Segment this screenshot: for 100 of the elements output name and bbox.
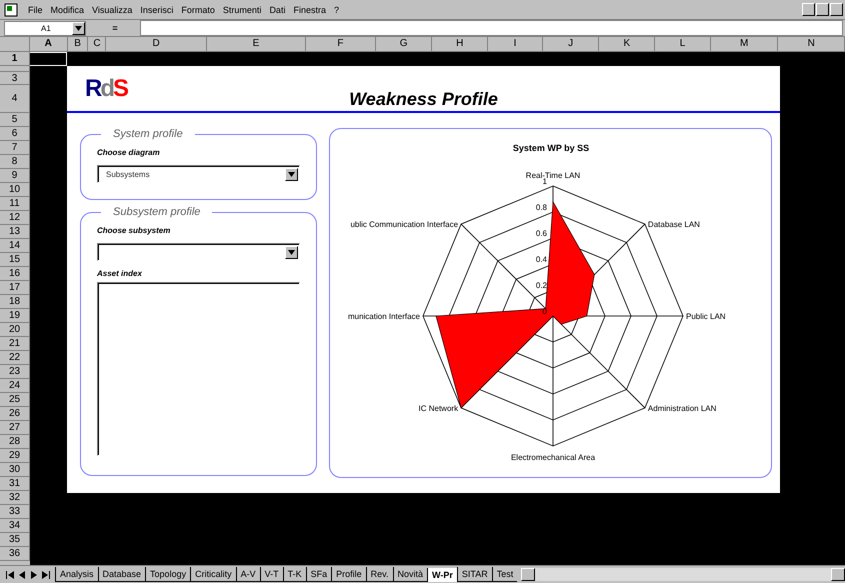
menu-item[interactable]: Modifica [46,4,88,14]
row-header[interactable]: 35 [0,533,30,547]
row-header[interactable]: 6 [0,127,30,141]
row-header[interactable]: 13 [0,225,30,239]
column-header[interactable]: A [30,37,68,52]
row-header[interactable]: 30 [0,463,30,477]
sheet-tab[interactable]: Database [98,567,146,582]
sheet-tab[interactable]: Criticality [190,567,236,582]
row-header[interactable]: 4 [0,85,30,113]
first-sheet-icon[interactable] [4,568,16,580]
column-header[interactable]: K [599,37,656,52]
row-header[interactable]: 36 [0,547,30,561]
sheet-tab[interactable]: V-T [260,567,283,582]
dropdown-button[interactable] [285,246,298,258]
row-header[interactable]: 22 [0,351,30,365]
row-header[interactable]: 28 [0,435,30,449]
row-header[interactable]: 7 [0,141,30,155]
dropdown-field[interactable] [97,243,300,261]
row-header[interactable]: 15 [0,253,30,267]
menu-item[interactable]: File [24,4,47,14]
column-header[interactable]: I [488,37,543,52]
last-sheet-icon[interactable] [40,568,52,580]
selected-cell[interactable] [30,52,67,66]
dropdown-value: Subsystems [105,170,150,178]
row-header[interactable]: 9 [0,169,30,183]
column-header[interactable]: N [778,37,845,52]
dropdown-button[interactable] [72,22,85,34]
row-header[interactable]: 8 [0,155,30,169]
axis-tick-label: 0.8 [536,203,547,212]
sheet-tab[interactable]: Profile [331,567,366,582]
equals-button[interactable]: = [90,22,140,34]
chart-title: System WP by SS [512,143,590,153]
app-icon[interactable] [4,2,18,16]
column-header[interactable]: F [306,37,376,52]
sheet-tab[interactable]: Topology [145,567,190,582]
close-button[interactable] [830,3,843,16]
sheet-tab[interactable]: Analysis [55,567,98,582]
sheet-tab[interactable]: SFa [306,567,332,582]
row-header[interactable]: 11 [0,197,30,211]
restore-button[interactable] [816,3,829,16]
category-label: Database LAN [648,220,700,230]
row-header[interactable]: 19 [0,309,30,323]
row-header[interactable]: 26 [0,407,30,421]
menu-item[interactable]: Visualizza [88,4,136,14]
dropdown-field[interactable]: Subsystems [97,165,300,183]
row-header[interactable]: 17 [0,281,30,295]
sheet-tab[interactable]: Novità [392,567,428,582]
menu-item[interactable]: ? [330,4,343,14]
scroll-right-button[interactable] [831,568,845,581]
row-header[interactable]: 27 [0,421,30,435]
row-header[interactable]: 20 [0,323,30,337]
row-header[interactable]: 16 [0,267,30,281]
scroll-left-button[interactable] [521,568,536,581]
row-header[interactable]: 18 [0,295,30,309]
column-header[interactable]: G [376,37,432,52]
column-header[interactable]: M [710,37,778,52]
column-header[interactable]: E [206,37,306,52]
sheet-tab[interactable]: W-Pr [427,568,457,582]
row-header[interactable]: 29 [0,449,30,463]
column-header[interactable]: H [432,37,488,52]
sheet-tab[interactable]: SITAR [456,567,492,582]
sheet-tab[interactable]: Test [492,567,518,582]
row-header[interactable]: 10 [0,183,30,197]
sheet-tab[interactable]: T-K [282,567,306,582]
formula-field[interactable] [140,20,843,36]
row-header[interactable]: 14 [0,239,30,253]
menu-item[interactable]: Inserisci [136,4,178,14]
caret-icon [288,172,295,176]
horizontal-scrollbar[interactable] [521,568,845,581]
menu-item[interactable]: Strumenti [218,4,266,14]
row-header[interactable]: 32 [0,491,30,505]
row-header[interactable]: 34 [0,519,30,533]
category-label: Administration LAN [648,404,716,413]
row-header[interactable]: 12 [0,211,30,225]
row-header[interactable]: 31 [0,477,30,491]
row-header[interactable]: 1 [0,52,30,66]
row-header[interactable]: 33 [0,505,30,519]
menu-item[interactable]: Formato [177,4,219,14]
dropdown-button[interactable] [285,168,298,180]
axis-tick-label: 1 [542,177,547,186]
row-header[interactable]: 24 [0,379,30,393]
column-header[interactable]: J [542,37,600,52]
sheet-tab[interactable]: A-V [236,567,260,582]
menu-item[interactable]: Finestra [289,4,330,14]
column-header[interactable]: D [106,37,207,52]
menu-item[interactable]: Dati [265,4,290,14]
row-header[interactable]: 3 [0,72,30,85]
column-header[interactable]: L [655,37,711,52]
column-header[interactable]: C [88,37,106,52]
row-header[interactable]: 5 [0,113,30,127]
caret-icon [75,26,82,30]
minimize-button[interactable] [802,3,815,16]
column-header[interactable]: B [68,37,88,52]
sheet-tab[interactable]: Rev. [366,567,393,582]
name-box[interactable]: A1 [4,20,86,36]
category-label: Real-Time LAN [526,171,580,180]
row-header[interactable]: 23 [0,365,30,379]
row-header[interactable]: 21 [0,337,30,351]
axis-tick-label: 0.6 [536,229,547,238]
row-header[interactable]: 25 [0,393,30,407]
